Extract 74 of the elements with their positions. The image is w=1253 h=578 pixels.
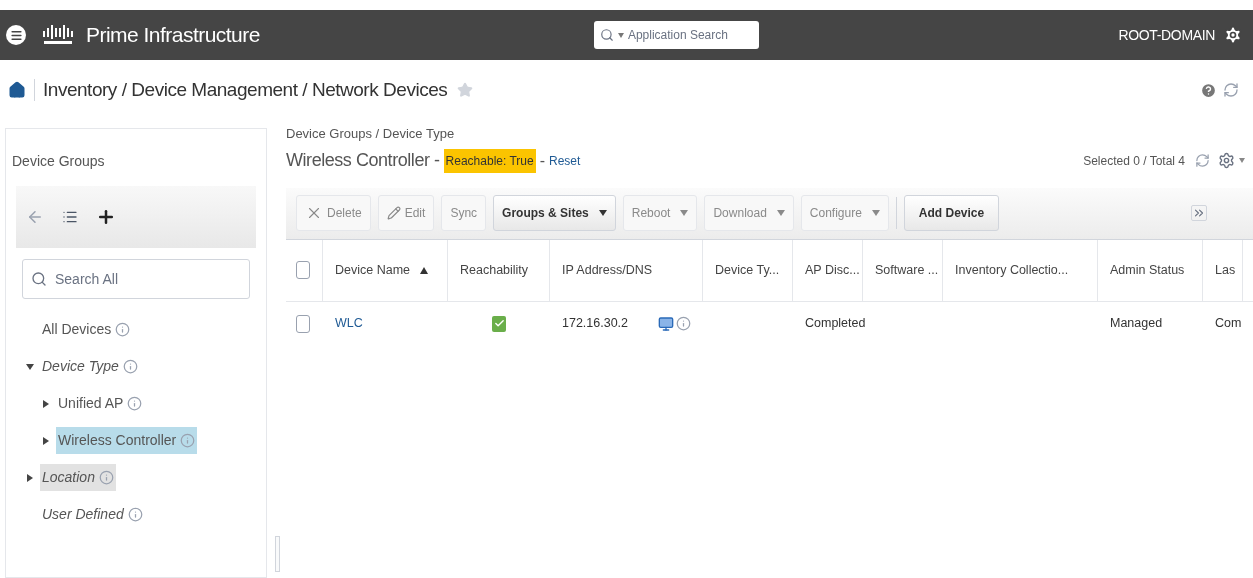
checkbox[interactable] bbox=[296, 261, 310, 279]
search-icon bbox=[599, 28, 614, 42]
logo-icon bbox=[40, 25, 76, 45]
caret-icon bbox=[617, 32, 624, 38]
help-icon[interactable] bbox=[1200, 81, 1217, 99]
column-header[interactable]: Las bbox=[1203, 239, 1243, 301]
tree-item[interactable]: Location bbox=[40, 464, 116, 491]
tree-item[interactable]: All Devices bbox=[40, 316, 133, 343]
column-header[interactable]: Inventory Collectio... bbox=[943, 239, 1098, 301]
add-icon[interactable] bbox=[96, 207, 116, 227]
application-search-field[interactable]: Application Search bbox=[593, 21, 759, 49]
info-icon[interactable] bbox=[127, 396, 143, 411]
search-icon bbox=[31, 271, 47, 287]
toolbar-button[interactable]: Groups & Sites bbox=[493, 195, 616, 231]
sidebar-title: Device Groups bbox=[11, 152, 106, 171]
table-cell-text: 172.16.30.2 bbox=[562, 315, 629, 333]
group-title: Wireless Controller - bbox=[286, 149, 440, 172]
sort-ascending-icon bbox=[420, 266, 429, 274]
expand-toolbar-icon[interactable] bbox=[1191, 205, 1207, 221]
tree-item[interactable]: Unified AP bbox=[56, 390, 145, 417]
column-header[interactable]: Admin Status bbox=[1098, 239, 1203, 301]
info-icon[interactable] bbox=[122, 359, 138, 374]
collapsed-caret-icon[interactable] bbox=[42, 399, 50, 408]
tree-item[interactable]: Device Type bbox=[40, 353, 140, 380]
tree-item[interactable]: Wireless Controller bbox=[56, 427, 198, 454]
monitor-icon[interactable] bbox=[658, 315, 674, 332]
checkbox[interactable] bbox=[296, 314, 310, 333]
info-icon[interactable] bbox=[115, 322, 131, 337]
refresh-icon[interactable] bbox=[1223, 82, 1239, 98]
caret-icon[interactable] bbox=[1239, 158, 1245, 163]
column-header[interactable]: Software ... bbox=[863, 239, 943, 301]
info-icon[interactable] bbox=[98, 470, 114, 485]
caret-icon bbox=[776, 210, 785, 216]
collapsed-caret-icon[interactable] bbox=[42, 436, 50, 445]
pencil-icon bbox=[386, 206, 401, 220]
info-icon[interactable] bbox=[127, 507, 143, 522]
caret-icon bbox=[598, 210, 607, 216]
column-header[interactable]: Reachability bbox=[448, 239, 550, 301]
toolbar-button[interactable]: Add Device bbox=[903, 195, 1000, 231]
collapsed-caret-icon[interactable] bbox=[26, 473, 34, 482]
separator: - bbox=[539, 150, 545, 171]
menu-icon bbox=[9, 28, 23, 42]
app-title: Prime Infrastructure bbox=[86, 22, 260, 49]
column-header[interactable]: Device Name bbox=[323, 239, 448, 301]
reset-link[interactable]: Reset bbox=[549, 151, 581, 170]
table-cell: Managed bbox=[1110, 316, 1163, 331]
tree-item[interactable]: User Defined bbox=[40, 501, 145, 528]
search-input[interactable]: Application Search bbox=[627, 26, 748, 44]
home-icon[interactable] bbox=[8, 81, 26, 99]
column-header[interactable]: AP Disc... bbox=[793, 239, 863, 301]
favorite-star-icon[interactable] bbox=[457, 82, 474, 98]
settings-icon[interactable] bbox=[1218, 152, 1235, 169]
info-icon[interactable] bbox=[676, 316, 691, 331]
refresh-icon[interactable] bbox=[1195, 153, 1210, 168]
sidebar-search-field[interactable]: Search All bbox=[22, 259, 250, 299]
filter-tag: Reachable: True bbox=[443, 148, 536, 173]
caret-icon bbox=[871, 210, 880, 216]
column-header[interactable]: Device Ty... bbox=[703, 239, 793, 301]
info-icon[interactable] bbox=[180, 433, 196, 448]
menu-button[interactable] bbox=[6, 25, 26, 45]
list-icon[interactable] bbox=[62, 209, 78, 225]
splitter-handle[interactable] bbox=[275, 536, 280, 572]
table-cell: Completed bbox=[805, 316, 866, 331]
domain-label[interactable]: ROOT-DOMAIN bbox=[1118, 24, 1215, 46]
table-cell: Com bbox=[1215, 316, 1242, 331]
expanded-caret-icon[interactable] bbox=[26, 362, 34, 371]
column-header[interactable]: IP Address/DNS bbox=[550, 239, 703, 301]
breadcrumb: Inventory / Device Management / Network Devices bbox=[43, 77, 448, 102]
device-name-link[interactable]: WLC bbox=[335, 316, 363, 331]
caret-icon bbox=[680, 210, 689, 216]
selection-count: Selected 0 / Total 4 bbox=[1083, 152, 1185, 170]
group-path: Device Groups / Device Type bbox=[286, 125, 456, 143]
search-input[interactable]: Search All bbox=[55, 268, 235, 290]
settings-icon[interactable] bbox=[1223, 25, 1243, 45]
